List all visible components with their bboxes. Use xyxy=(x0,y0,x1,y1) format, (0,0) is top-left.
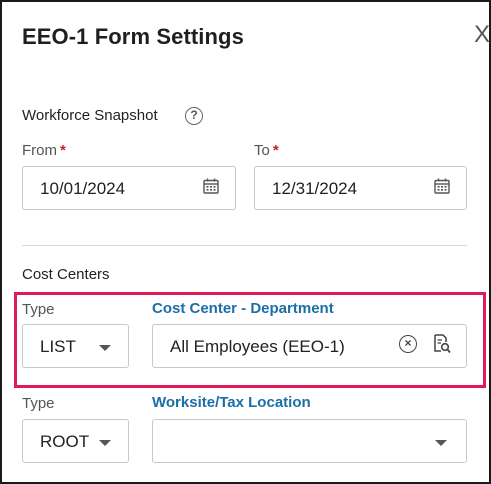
chevron-down-icon xyxy=(435,440,447,446)
chevron-down-icon xyxy=(99,440,111,446)
dialog-title: EEO-1 Form Settings xyxy=(22,24,244,49)
help-icon[interactable]: ? xyxy=(185,107,203,125)
type-label: Type xyxy=(22,301,55,318)
cost-centers-label: Cost Centers xyxy=(22,266,110,283)
section-divider xyxy=(22,245,467,246)
worksite-tax-location-link[interactable]: Worksite/Tax Location xyxy=(152,394,311,411)
from-date-field[interactable]: 10/01/2024 xyxy=(22,166,236,210)
chevron-down-icon xyxy=(99,345,111,351)
cost-center-department-field[interactable]: All Employees (EEO-1) × xyxy=(152,324,467,368)
from-label: From * xyxy=(22,142,66,159)
workforce-snapshot-label: Workforce Snapshot xyxy=(22,107,158,124)
lookup-icon[interactable] xyxy=(433,334,451,354)
clear-icon[interactable]: × xyxy=(399,335,417,353)
type-label: Type xyxy=(22,395,55,412)
type-select-value: ROOT xyxy=(40,432,90,451)
to-label: To * xyxy=(254,142,279,159)
required-asterisk: * xyxy=(272,142,279,159)
cost-center-value: All Employees (EEO-1) xyxy=(170,337,345,356)
worksite-tax-location-select[interactable] xyxy=(152,419,467,463)
cost-center-department-link[interactable]: Cost Center - Department xyxy=(152,300,334,317)
type-select-root[interactable]: ROOT xyxy=(22,419,129,463)
required-asterisk: * xyxy=(60,142,66,159)
to-date-field[interactable]: 12/31/2024 xyxy=(254,166,467,210)
dialog: EEO-1 Form Settings X Workforce Snapshot… xyxy=(0,0,491,484)
close-icon[interactable]: X xyxy=(474,24,491,46)
from-date-value: 10/01/2024 xyxy=(40,179,126,198)
type-select-value: LIST xyxy=(40,337,76,356)
calendar-icon[interactable] xyxy=(434,178,450,194)
to-date-value: 12/31/2024 xyxy=(272,179,358,198)
calendar-icon[interactable] xyxy=(203,178,219,194)
type-select-list[interactable]: LIST xyxy=(22,324,129,368)
